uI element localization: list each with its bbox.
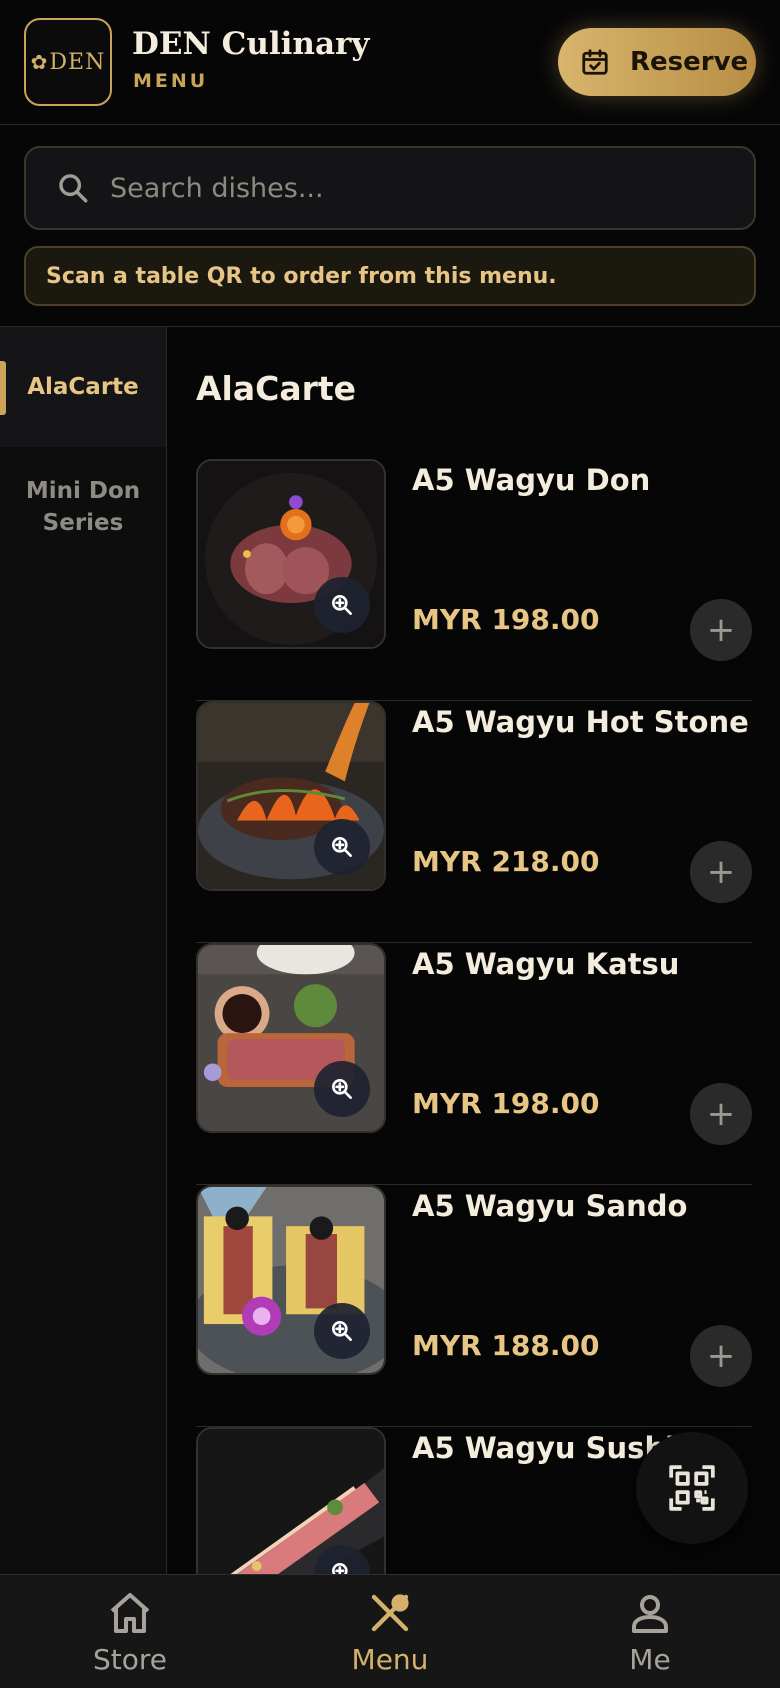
menu-item[interactable]: A5 Wagyu Sando MYR 188.00 + xyxy=(196,1185,752,1427)
brand-subtitle: MENU xyxy=(133,70,209,92)
brand-logo[interactable]: ✿ DEN xyxy=(24,18,112,106)
dish-image[interactable] xyxy=(196,1185,386,1375)
add-to-cart-button[interactable]: + xyxy=(690,1325,752,1387)
add-to-cart-button[interactable]: + xyxy=(690,599,752,661)
scan-qr-button[interactable] xyxy=(636,1432,748,1544)
nav-item-menu[interactable]: Menu xyxy=(260,1575,520,1688)
zoom-button[interactable] xyxy=(314,1303,370,1359)
user-icon xyxy=(632,1595,668,1633)
bottom-nav: Store Menu Me xyxy=(0,1574,780,1688)
menu-item[interactable]: A5 Wagyu Katsu MYR 198.00 + xyxy=(196,943,752,1185)
dish-image[interactable] xyxy=(196,459,386,649)
menu-item[interactable]: A5 Wagyu Don MYR 198.00 + xyxy=(196,459,752,701)
logo-text: DEN xyxy=(49,49,106,75)
plus-icon: + xyxy=(706,1094,736,1134)
zoom-in-icon xyxy=(332,1563,348,1574)
zoom-button[interactable] xyxy=(314,1061,370,1117)
nav-label: Store xyxy=(92,1643,167,1676)
menu-list: AlaCarte A5 Wagyu Don MYR 198.00 + A5 Wa… xyxy=(168,327,780,1574)
utensils-icon xyxy=(371,1594,409,1632)
zoom-button[interactable] xyxy=(314,819,370,875)
plus-icon: + xyxy=(706,610,736,650)
calendar-check-icon xyxy=(582,49,608,75)
zoom-in-icon xyxy=(332,1321,352,1341)
plus-icon: + xyxy=(706,852,736,892)
search-input[interactable] xyxy=(110,172,710,204)
reserve-label: Reserve xyxy=(630,47,749,77)
zoom-in-icon xyxy=(332,595,352,615)
logo-emblem-icon: ✿ xyxy=(30,50,48,74)
dish-name: A5 Wagyu Don xyxy=(412,463,651,497)
add-to-cart-button[interactable]: + xyxy=(690,841,752,903)
brand-title: DEN Culinary xyxy=(132,26,370,62)
search-bar[interactable] xyxy=(24,146,756,230)
category-sidebar: AlaCarte Mini Don Series xyxy=(0,327,167,1574)
dish-image[interactable] xyxy=(196,943,386,1133)
sidebar-item-label: Mini Don Series xyxy=(25,478,141,536)
dish-name: A5 Wagyu Sando xyxy=(412,1189,688,1223)
section-title: AlaCarte xyxy=(196,369,357,408)
qr-code-icon xyxy=(669,1465,715,1511)
scan-notice: Scan a table QR to order from this menu. xyxy=(24,246,756,306)
dish-image[interactable] xyxy=(196,1427,386,1574)
dish-name: A5 Wagyu Sushi xyxy=(412,1431,676,1465)
zoom-button[interactable] xyxy=(314,577,370,633)
add-to-cart-button[interactable]: + xyxy=(690,1083,752,1145)
sidebar-item-alacarte[interactable]: AlaCarte xyxy=(0,327,166,447)
dish-name: A5 Wagyu Katsu xyxy=(412,947,680,981)
search-icon xyxy=(59,174,88,203)
nav-label: Me xyxy=(629,1643,671,1676)
dish-price: MYR 198.00 xyxy=(412,1087,600,1120)
sidebar-item-label: AlaCarte xyxy=(27,374,139,400)
scan-notice-text: Scan a table QR to order from this menu. xyxy=(46,263,557,289)
zoom-in-icon xyxy=(332,1079,352,1099)
nav-item-me[interactable]: Me xyxy=(520,1575,780,1688)
zoom-in-icon xyxy=(332,837,352,857)
app-header: ✿ DEN DEN Culinary MENU Reserve xyxy=(0,0,780,125)
nav-item-store[interactable]: Store xyxy=(0,1575,260,1688)
home-icon xyxy=(110,1593,150,1633)
menu-item[interactable]: A5 Wagyu Hot Stone MYR 218.00 + xyxy=(196,701,752,943)
dish-price: MYR 218.00 xyxy=(412,845,600,878)
dish-price: MYR 188.00 xyxy=(412,1329,600,1362)
dish-price: MYR 198.00 xyxy=(412,603,600,636)
plus-icon: + xyxy=(706,1336,736,1376)
reserve-button[interactable]: Reserve xyxy=(558,28,756,96)
sidebar-item-mini-don-series[interactable]: Mini Don Series xyxy=(0,475,166,539)
dish-name: A5 Wagyu Hot Stone xyxy=(412,705,749,739)
dish-image[interactable] xyxy=(196,701,386,891)
nav-label: Menu xyxy=(351,1643,429,1676)
